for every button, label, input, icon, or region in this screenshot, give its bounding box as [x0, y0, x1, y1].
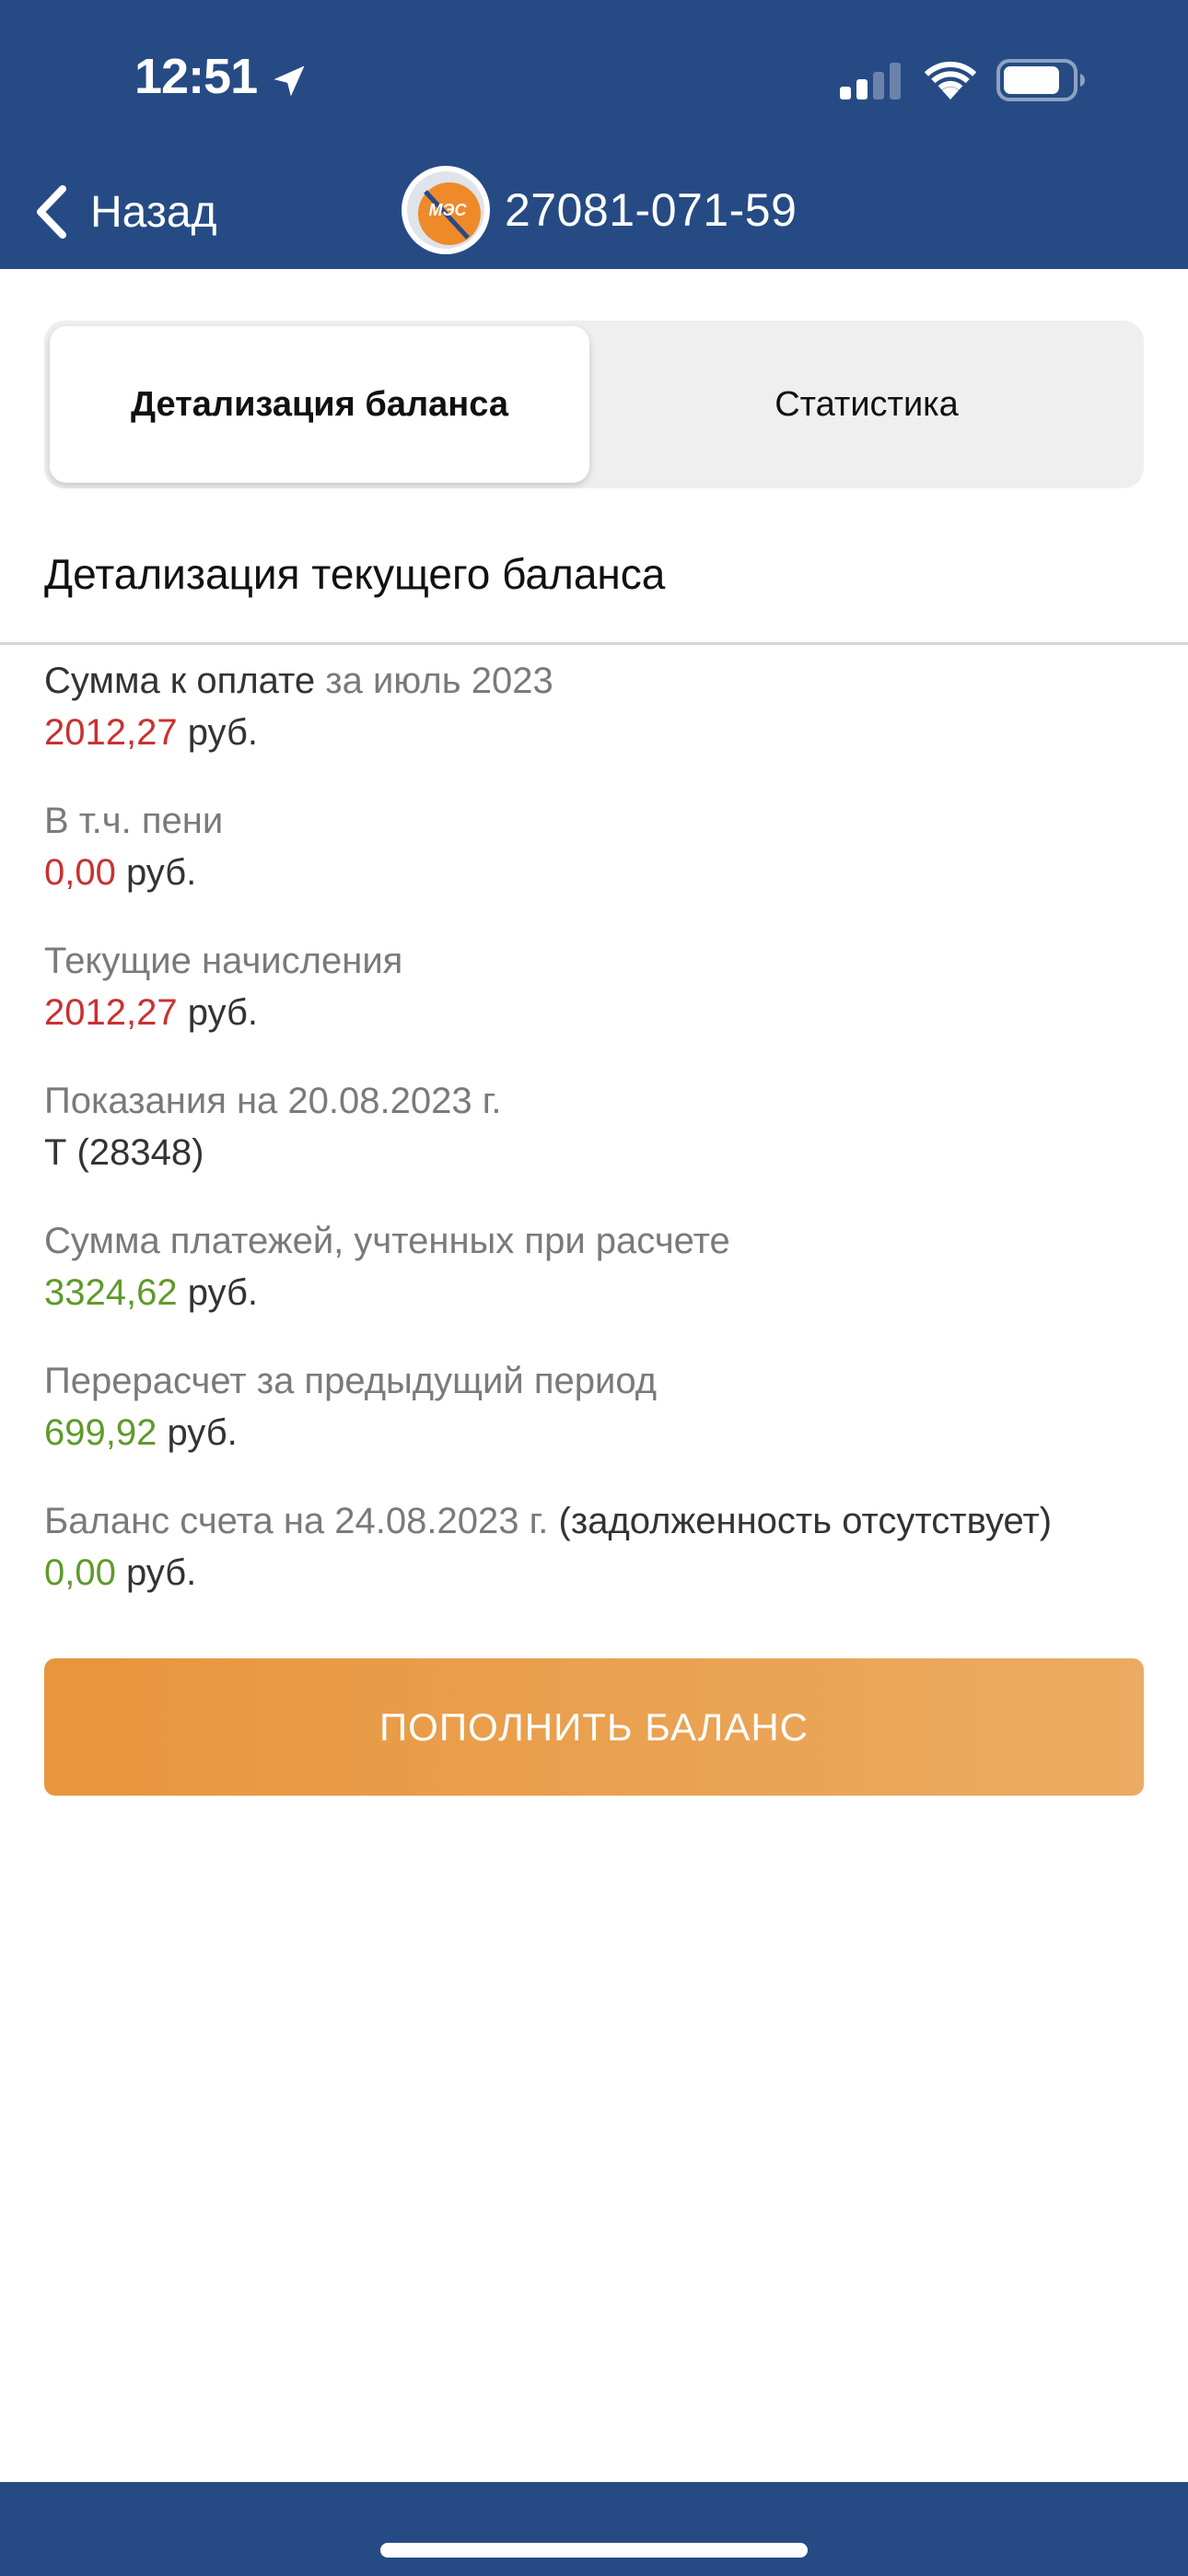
item-value: 2012,27 руб.: [44, 986, 1144, 1039]
item-value: Т (28348): [44, 1132, 204, 1173]
divider: [0, 642, 1188, 645]
item-label: Текущие начисления: [44, 941, 403, 981]
unit: руб.: [125, 852, 197, 893]
bottom-bar: [0, 2482, 1188, 2576]
cellular-signal-icon: [840, 63, 901, 100]
unit: руб.: [187, 1272, 258, 1313]
item-value: 699,92 руб.: [44, 1406, 1144, 1459]
item-value: 0,00 руб.: [44, 846, 1144, 899]
unit: руб.: [187, 992, 258, 1033]
location-arrow-icon: [274, 65, 305, 97]
amount: 0,00: [44, 852, 116, 893]
item-label: Сумма платежей, учтенных при расчете: [44, 1221, 730, 1261]
amount: 699,92: [44, 1412, 157, 1453]
item-value: 0,00 руб.: [44, 1546, 1144, 1599]
home-indicator[interactable]: [380, 2543, 808, 2558]
detail-current-charges: Текущие начисления 2012,27 руб.: [44, 936, 1144, 1039]
account-header: МЭС 27081-071-59: [400, 162, 797, 258]
section-title: Детализация текущего баланса: [44, 550, 666, 598]
svg-text:МЭС: МЭС: [429, 201, 468, 219]
header: 12:51 Назад МЭС 27081-071-59: [0, 0, 1188, 269]
tab-statistics[interactable]: Статистика: [597, 326, 1136, 483]
tab-balance-details[interactable]: Детализация баланса: [50, 326, 589, 483]
detail-account-balance: Баланс счета на 24.08.2023 г. (задолженн…: [44, 1496, 1144, 1599]
item-label: Перерасчет за предыдущий период: [44, 1361, 658, 1401]
item-label: Баланс счета на 24.08.2023 г. (задолженн…: [44, 1501, 1053, 1541]
battery-icon: [996, 59, 1085, 101]
screen: 12:51 Назад МЭС 27081-071-59 Детализация…: [0, 0, 1188, 2576]
item-label: Сумма к оплате за июль 2023: [44, 661, 553, 701]
chevron-left-icon: [37, 185, 66, 239]
wifi-icon: [924, 61, 977, 100]
amount: 2012,27: [44, 712, 178, 753]
unit: руб.: [125, 1552, 197, 1593]
mes-logo: МЭС: [402, 166, 490, 254]
detail-amount-due: Сумма к оплате за июль 2023 2012,27 руб.: [44, 656, 1144, 759]
unit: руб.: [167, 1412, 238, 1453]
detail-meter-readings: Показания на 20.08.2023 г. Т (28348): [44, 1076, 1144, 1179]
top-up-balance-button[interactable]: ПОПОЛНИТЬ БАЛАНС: [44, 1658, 1144, 1796]
detail-payments-total: Сумма платежей, учтенных при расчете 332…: [44, 1216, 1144, 1319]
status-time: 12:51: [134, 49, 258, 104]
amount: 3324,62: [44, 1272, 178, 1313]
amount: 0,00: [44, 1552, 116, 1593]
unit: руб.: [187, 712, 258, 753]
amount: 2012,27: [44, 992, 178, 1033]
back-label: Назад: [90, 187, 217, 237]
item-label: Показания на 20.08.2023 г.: [44, 1081, 502, 1121]
item-value: 3324,62 руб.: [44, 1266, 1144, 1319]
back-button[interactable]: Назад: [33, 175, 217, 249]
item-label: В т.ч. пени: [44, 801, 224, 841]
detail-recalculation: Перерасчет за предыдущий период 699,92 р…: [44, 1356, 1144, 1459]
detail-penalties: В т.ч. пени 0,00 руб.: [44, 796, 1144, 899]
detail-list: Сумма к оплате за июль 2023 2012,27 руб.…: [44, 656, 1144, 1636]
account-number: 27081-071-59: [505, 184, 798, 236]
segmented-control: Детализация баланса Статистика: [44, 321, 1144, 488]
item-value: 2012,27 руб.: [44, 706, 1144, 759]
